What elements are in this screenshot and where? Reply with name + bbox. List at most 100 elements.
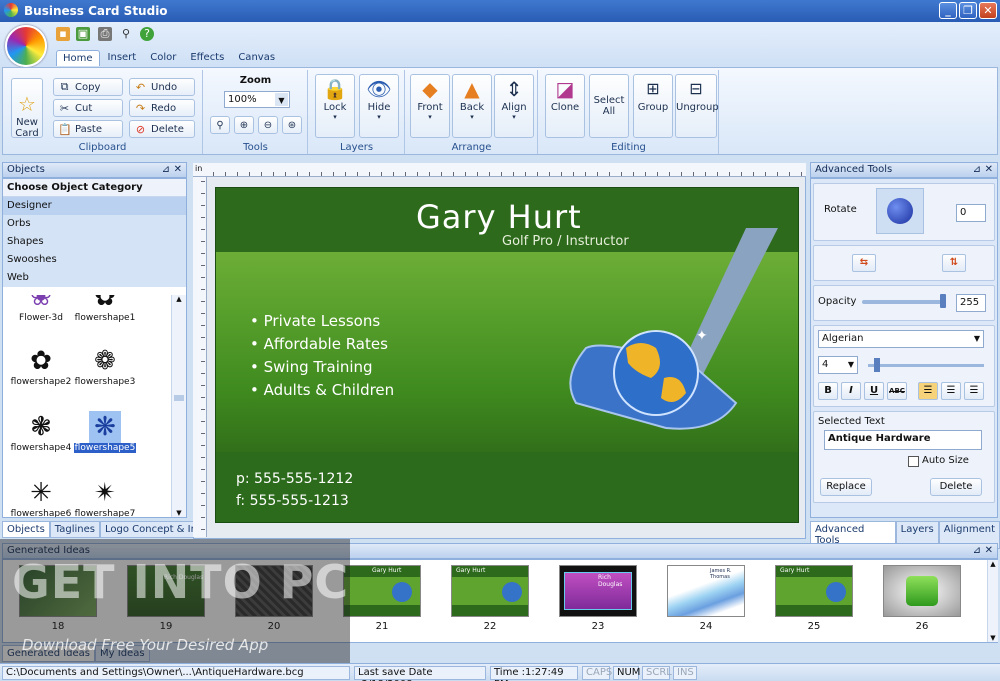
font-size-slider[interactable] [868,364,984,367]
replace-button[interactable]: Replace [820,478,872,496]
scroll-down-icon[interactable]: ▼ [172,509,186,517]
scroll-up-icon[interactable]: ▲ [988,560,998,568]
chevron-down-icon[interactable]: ▼ [275,93,288,106]
editing-label: Editing [611,142,646,153]
flip-horizontal-button[interactable]: ⇆ [852,254,876,272]
card-bullet-list[interactable]: • Private Lessons • Affordable Rates • S… [250,310,394,402]
zoom-actual-button[interactable]: ⊛ [282,116,302,134]
font-size-select[interactable]: 4 ▼ [818,356,858,374]
tab-insert[interactable]: Insert [102,50,143,66]
zoom-fit-button[interactable]: ⚲ [210,116,230,134]
redo-icon: ↷ [135,101,146,115]
zoom-in-button[interactable]: ⊕ [234,116,254,134]
select-all-button[interactable]: Select All [589,74,629,138]
delete-button[interactable]: ⊘ Delete [129,120,195,138]
scroll-thumb[interactable] [174,395,184,401]
rotate-dial[interactable] [876,188,924,234]
close-icon[interactable]: ✕ [985,544,993,558]
bold-button[interactable]: B [818,382,838,400]
zoom-out-button[interactable]: ⊖ [258,116,278,134]
pin-icon[interactable]: ⊿ [973,544,981,558]
business-card[interactable]: Gary Hurt Golf Pro / Instructor • Privat… [215,187,799,523]
underline-button[interactable]: U [864,382,884,400]
shape-item[interactable]: ✿ flowershape1 [69,295,141,323]
scroll-up-icon[interactable]: ▲ [172,295,186,303]
idea-thumbnail[interactable]: Rich Douglas [559,565,637,617]
category-item[interactable]: Swooshes [3,251,186,269]
category-item[interactable]: Web [3,269,186,287]
strikethrough-button[interactable]: ABC [887,382,907,400]
shape-item[interactable]: ✿ flowershape2 [5,345,77,387]
idea-thumbnail[interactable]: Gary Hurt [343,565,421,617]
hide-button[interactable]: 👁 Hide ▾ [359,74,399,138]
idea-thumbnail[interactable] [883,565,961,617]
zoom-select[interactable]: 100% ▼ [224,91,290,108]
shape-item-selected[interactable]: ❋ flowershape5 [69,411,141,453]
align-right-button[interactable]: ☰ [964,382,984,400]
ideas-scrollbar[interactable]: ▲ ▼ [987,560,998,642]
close-icon[interactable]: ✕ [985,163,993,177]
align-button[interactable]: ⇕ Align ▾ [494,74,534,138]
shape-item[interactable]: ❁ flowershape3 [69,345,141,387]
tab-canvas[interactable]: Canvas [232,50,281,66]
flip-vertical-button[interactable]: ⇅ [942,254,966,272]
lock-button[interactable]: 🔒 Lock ▾ [315,74,355,138]
shape-gallery-scrollbar[interactable]: ▲ ▼ [171,295,186,517]
align-center-button[interactable]: ☰ [941,382,961,400]
shape-item[interactable]: ❃ flowershape4 [5,411,77,453]
category-item[interactable]: Designer [3,197,186,215]
print-icon[interactable]: ⎙ [98,27,112,41]
ungroup-button[interactable]: ⊟ Ungroup [675,74,719,138]
tab-effects[interactable]: Effects [184,50,230,66]
category-item[interactable]: Shapes [3,233,186,251]
chevron-down-icon[interactable]: ▼ [848,357,854,373]
delete-text-button[interactable]: Delete [930,478,982,496]
chevron-down-icon[interactable]: ▼ [974,331,980,347]
pin-icon[interactable]: ⊿ [162,163,170,177]
tab-color[interactable]: Color [144,50,182,66]
category-item[interactable]: Orbs [3,215,186,233]
paste-button[interactable]: 📋 Paste [53,120,123,138]
font-size-slider-thumb[interactable] [874,358,880,372]
font-select[interactable]: Algerian ▼ [818,330,984,348]
opacity-slider[interactable] [862,300,946,304]
idea-thumbnail[interactable]: Gary Hurt [451,565,529,617]
close-icon[interactable]: ✕ [174,163,182,177]
shape-item[interactable]: ❀ Flower-3d [5,295,77,323]
tab-home[interactable]: Home [56,50,100,66]
opacity-slider-thumb[interactable] [940,294,946,308]
maximize-button[interactable]: ❐ [959,2,977,19]
tab-taglines[interactable]: Taglines [49,521,100,538]
export-icon[interactable]: ▣ [76,27,90,41]
close-button[interactable]: ✕ [979,2,997,19]
back-button[interactable]: ▲ Back ▾ [452,74,492,138]
golf-club-globe-graphic[interactable]: ✦ [546,228,799,438]
app-menu-orb-icon[interactable] [5,25,47,67]
align-left-button[interactable]: ☰ [918,382,938,400]
front-button[interactable]: ◆ Front ▾ [410,74,450,138]
idea-thumbnail[interactable]: Gary Hurt [775,565,853,617]
pin-icon[interactable]: ⊿ [973,163,981,177]
selected-text-input[interactable]: Antique Hardware [824,430,982,450]
idea-thumbnail[interactable]: James R. Thomas [667,565,745,617]
group-button[interactable]: ⊞ Group [633,74,673,138]
tab-objects[interactable]: Objects [2,521,50,538]
auto-size-checkbox[interactable] [908,456,919,467]
copy-button[interactable]: ⧉ Copy [53,78,123,96]
shape-item[interactable]: ✴ flowershape7 [69,477,141,517]
scroll-down-icon[interactable]: ▼ [988,634,998,642]
new-card-button[interactable]: ☆ New Card [11,78,43,139]
search-icon[interactable]: ⚲ [119,27,133,41]
minimize-button[interactable]: _ [939,2,957,19]
undo-button[interactable]: ↶ Undo [129,78,195,96]
italic-button[interactable]: I [841,382,861,400]
card-contact[interactable]: p: 555-555-1212 f: 555-555-1213 [236,468,353,512]
clone-button[interactable]: ◪ Clone [545,74,585,138]
save-icon[interactable]: ▪ [56,27,70,41]
help-icon[interactable]: ? [140,27,154,41]
redo-button[interactable]: ↷ Redo [129,99,195,117]
shape-item[interactable]: ✳ flowershape6 [5,477,77,517]
opacity-input[interactable]: 255 [956,294,986,312]
rotate-input[interactable]: 0 [956,204,986,222]
cut-button[interactable]: ✂ Cut [53,99,123,117]
